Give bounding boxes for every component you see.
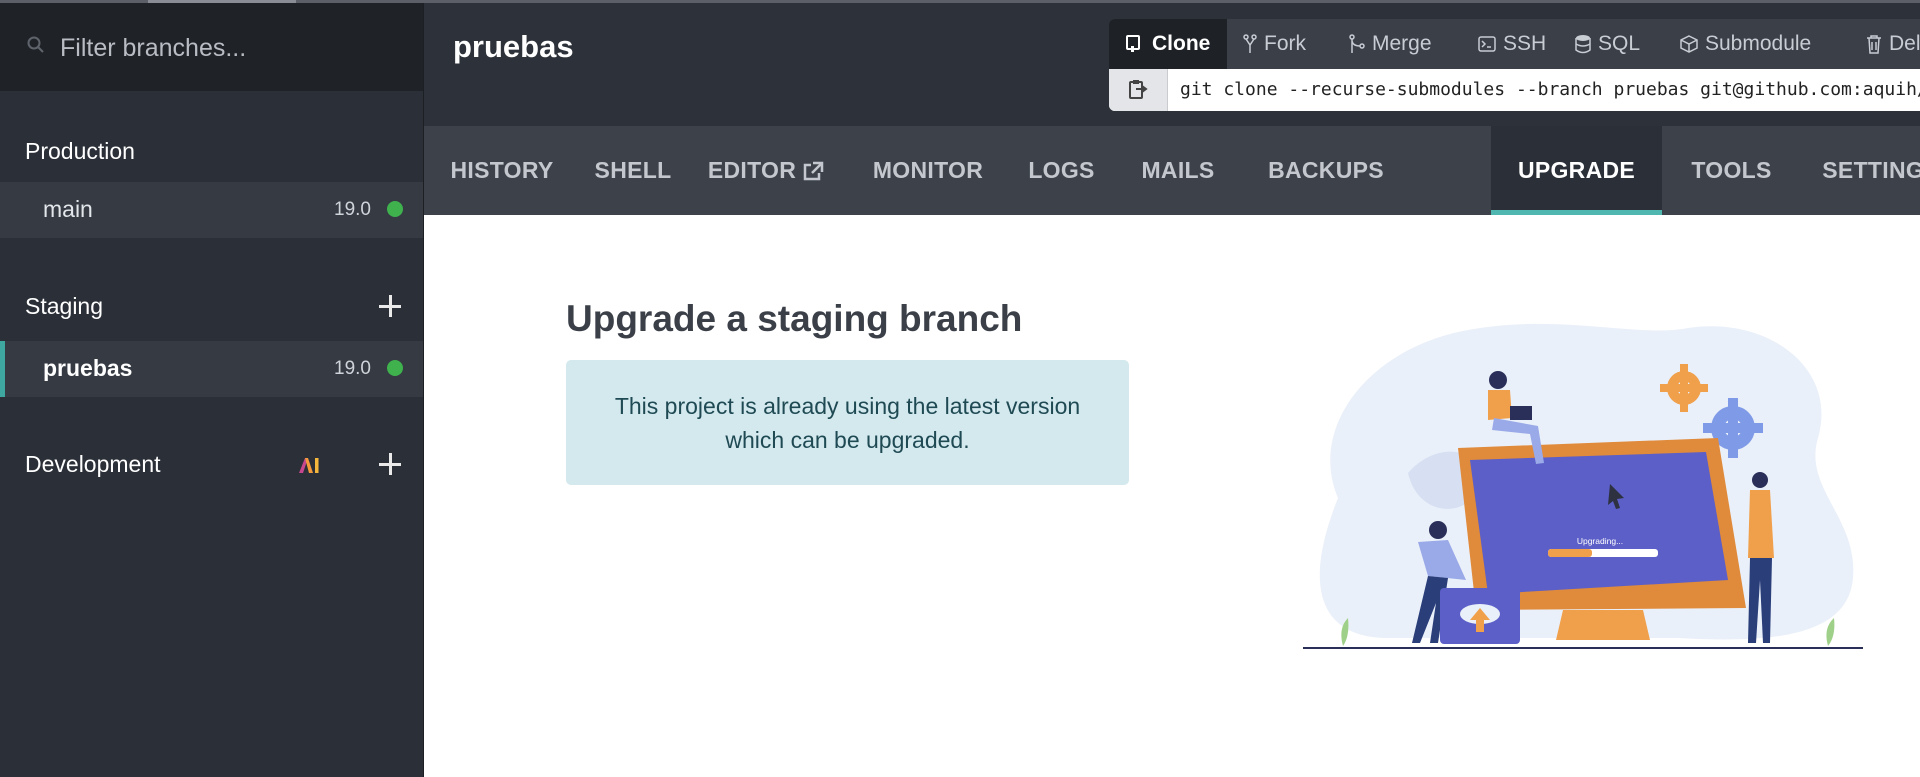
copy-button[interactable] (1109, 69, 1168, 111)
upgrading-text: Upgrading... (1577, 536, 1623, 546)
tab-label: MONITOR (872, 157, 984, 183)
submodule-label: Submodule (1705, 32, 1812, 55)
clone-command-box: git clone --recurse-submodules --branch … (1109, 69, 1920, 111)
clone-button[interactable]: Clone (1109, 19, 1227, 69)
branch-filter-input[interactable] (58, 23, 402, 73)
tab-label: HISTORY (450, 157, 554, 183)
group-title-production: Production (25, 138, 135, 164)
add-development-plus-icon[interactable] (377, 451, 403, 477)
ssh-label: SSH (1503, 32, 1547, 55)
tab-shell[interactable]: SHELL (580, 126, 686, 215)
fork-button[interactable]: Fork (1243, 19, 1306, 69)
search-icon (27, 36, 44, 53)
ssh-button[interactable]: SSH (1478, 19, 1546, 69)
branch-filter-bar (0, 3, 423, 91)
clone-icon (1126, 35, 1140, 52)
delete-icon (1867, 35, 1881, 54)
branch-version: 19.0 (334, 199, 371, 220)
tab-label: SHELL (594, 157, 672, 183)
page-title: pruebas (453, 29, 574, 64)
tab-label: TOOLS (1691, 157, 1772, 183)
alert-line-1: This project is already using the latest… (614, 393, 1081, 419)
delete-label: Delete (1889, 32, 1920, 55)
tab-label: UPGRADE (1517, 157, 1636, 183)
tab-editor[interactable]: EDITOR (686, 126, 846, 215)
info-alert: This project is already using the latest… (566, 360, 1129, 485)
upgrading-illustration: Upgrading... (1303, 323, 1863, 649)
tab-monitor[interactable]: MONITOR (846, 126, 1010, 215)
merge-button[interactable]: Merge (1349, 19, 1432, 69)
tab-tools[interactable]: TOOLS (1662, 126, 1801, 215)
tab-upgrade[interactable]: UPGRADE (1491, 126, 1662, 215)
upgrade-heading: Upgrade a staging branch (566, 298, 1023, 339)
status-dot-icon (387, 201, 403, 217)
branch-tools-toolbar: Clone Fork Merge SSH SQL Submodule Delet… (1109, 19, 1920, 69)
ssh-icon (1478, 36, 1496, 52)
add-staging-plus-icon[interactable] (377, 293, 403, 319)
fork-icon (1243, 34, 1257, 53)
submodule-icon (1680, 35, 1698, 53)
branch-name: pruebas (43, 355, 133, 381)
tab-settings[interactable]: SETTINGS (1801, 126, 1920, 215)
clone-command-text[interactable]: git clone --recurse-submodules --branch … (1180, 79, 1920, 100)
merge-label: Merge (1372, 32, 1432, 55)
ai-logo-icon (299, 458, 319, 473)
group-title-development: Development (25, 451, 161, 477)
tab-label: LOGS (1028, 157, 1095, 183)
tab-label: SETTINGS (1822, 157, 1920, 183)
tab-backups[interactable]: BACKUPS (1243, 126, 1409, 215)
branch-version: 19.0 (334, 358, 371, 379)
tab-label: MAILS (1141, 157, 1215, 183)
alert-line-2: which can be upgraded. (725, 427, 970, 453)
external-link-icon (803, 161, 824, 180)
tab-history[interactable]: HISTORY (424, 126, 580, 215)
progress-fill (1548, 549, 1592, 557)
group-title-staging: Staging (25, 293, 104, 319)
branch-item-main[interactable]: main 19.0 (0, 182, 423, 238)
fork-label: Fork (1264, 32, 1306, 55)
tab-label: BACKUPS (1268, 157, 1384, 183)
sql-icon (1575, 35, 1591, 54)
branches-sidebar: Production main 19.0 Staging pruebas 19.… (0, 3, 424, 777)
monitor-screen (1470, 452, 1728, 594)
tab-label: EDITOR (707, 157, 797, 183)
delete-button[interactable]: Delete (1866, 19, 1920, 69)
clone-label: Clone (1152, 32, 1211, 55)
copy-icon (1129, 80, 1148, 99)
submodule-button[interactable]: Submodule (1680, 19, 1811, 69)
tab-logs[interactable]: LOGS (1010, 126, 1113, 215)
branch-tabs: HISTORY SHELL EDITOR MONITOR LOGS MAILS … (424, 126, 1920, 215)
branch-item-pruebas[interactable]: pruebas 19.0 (0, 341, 423, 397)
monitor-stand (1556, 610, 1650, 640)
tab-mails[interactable]: MAILS (1113, 126, 1243, 215)
status-dot-icon (387, 360, 403, 376)
merge-icon (1349, 34, 1365, 53)
branch-name: main (43, 196, 93, 222)
sql-label: SQL (1598, 32, 1641, 55)
sql-button[interactable]: SQL (1575, 19, 1640, 69)
project-header: pruebas Clone Fork Merge SSH SQL Submodu… (424, 3, 1920, 126)
